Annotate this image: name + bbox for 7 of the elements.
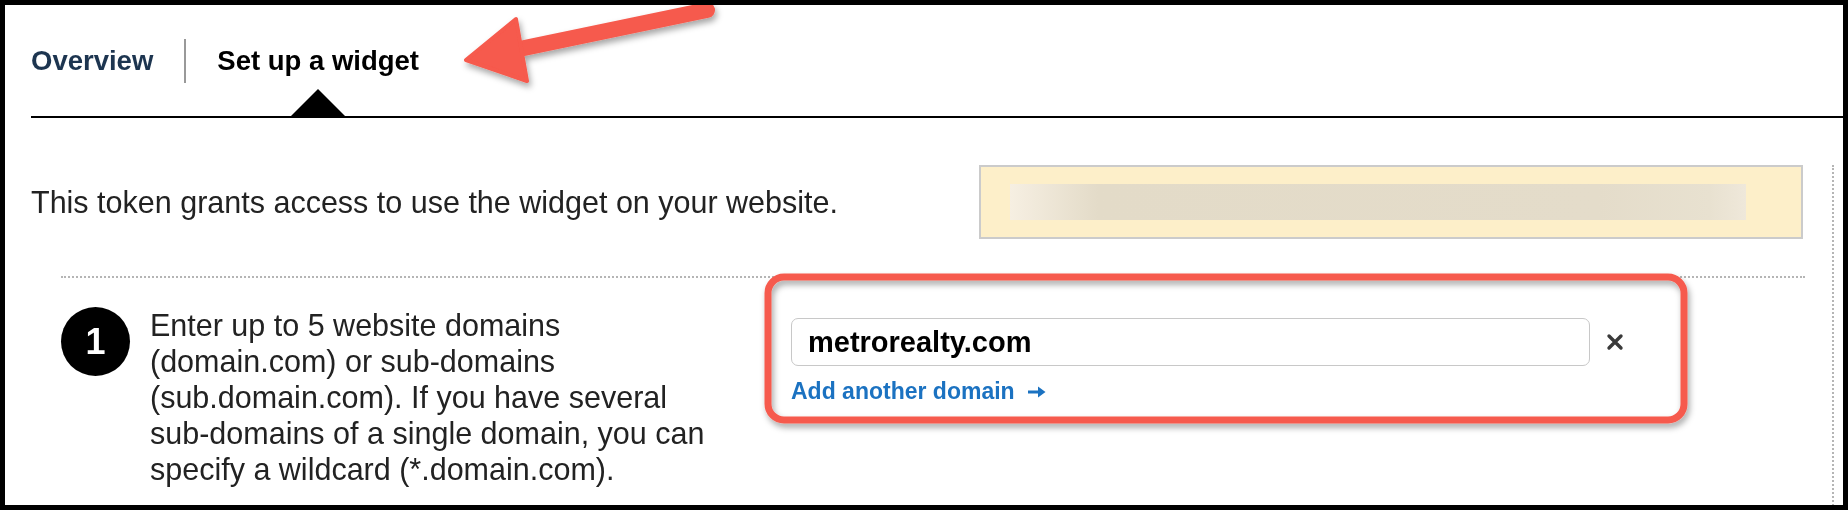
tab[interactable]: Set up a widget bbox=[217, 5, 419, 116]
step-instructions: Enter up to 5 website domains (domain.com) or sub-domains (sub.domain.com). If you have several sub-domains of a single domain, you can specify a wildcard (*.domain.com). bbox=[149, 307, 706, 487]
add-domain-link[interactable]: Add another domain bbox=[791, 378, 1046, 405]
token-description: This token grants access to use the widget on your website. bbox=[31, 184, 838, 220]
domain-field[interactable]: metrorealty.com bbox=[791, 318, 1590, 366]
step-number: 1 bbox=[61, 307, 130, 376]
tab[interactable]: Overview bbox=[31, 5, 154, 116]
